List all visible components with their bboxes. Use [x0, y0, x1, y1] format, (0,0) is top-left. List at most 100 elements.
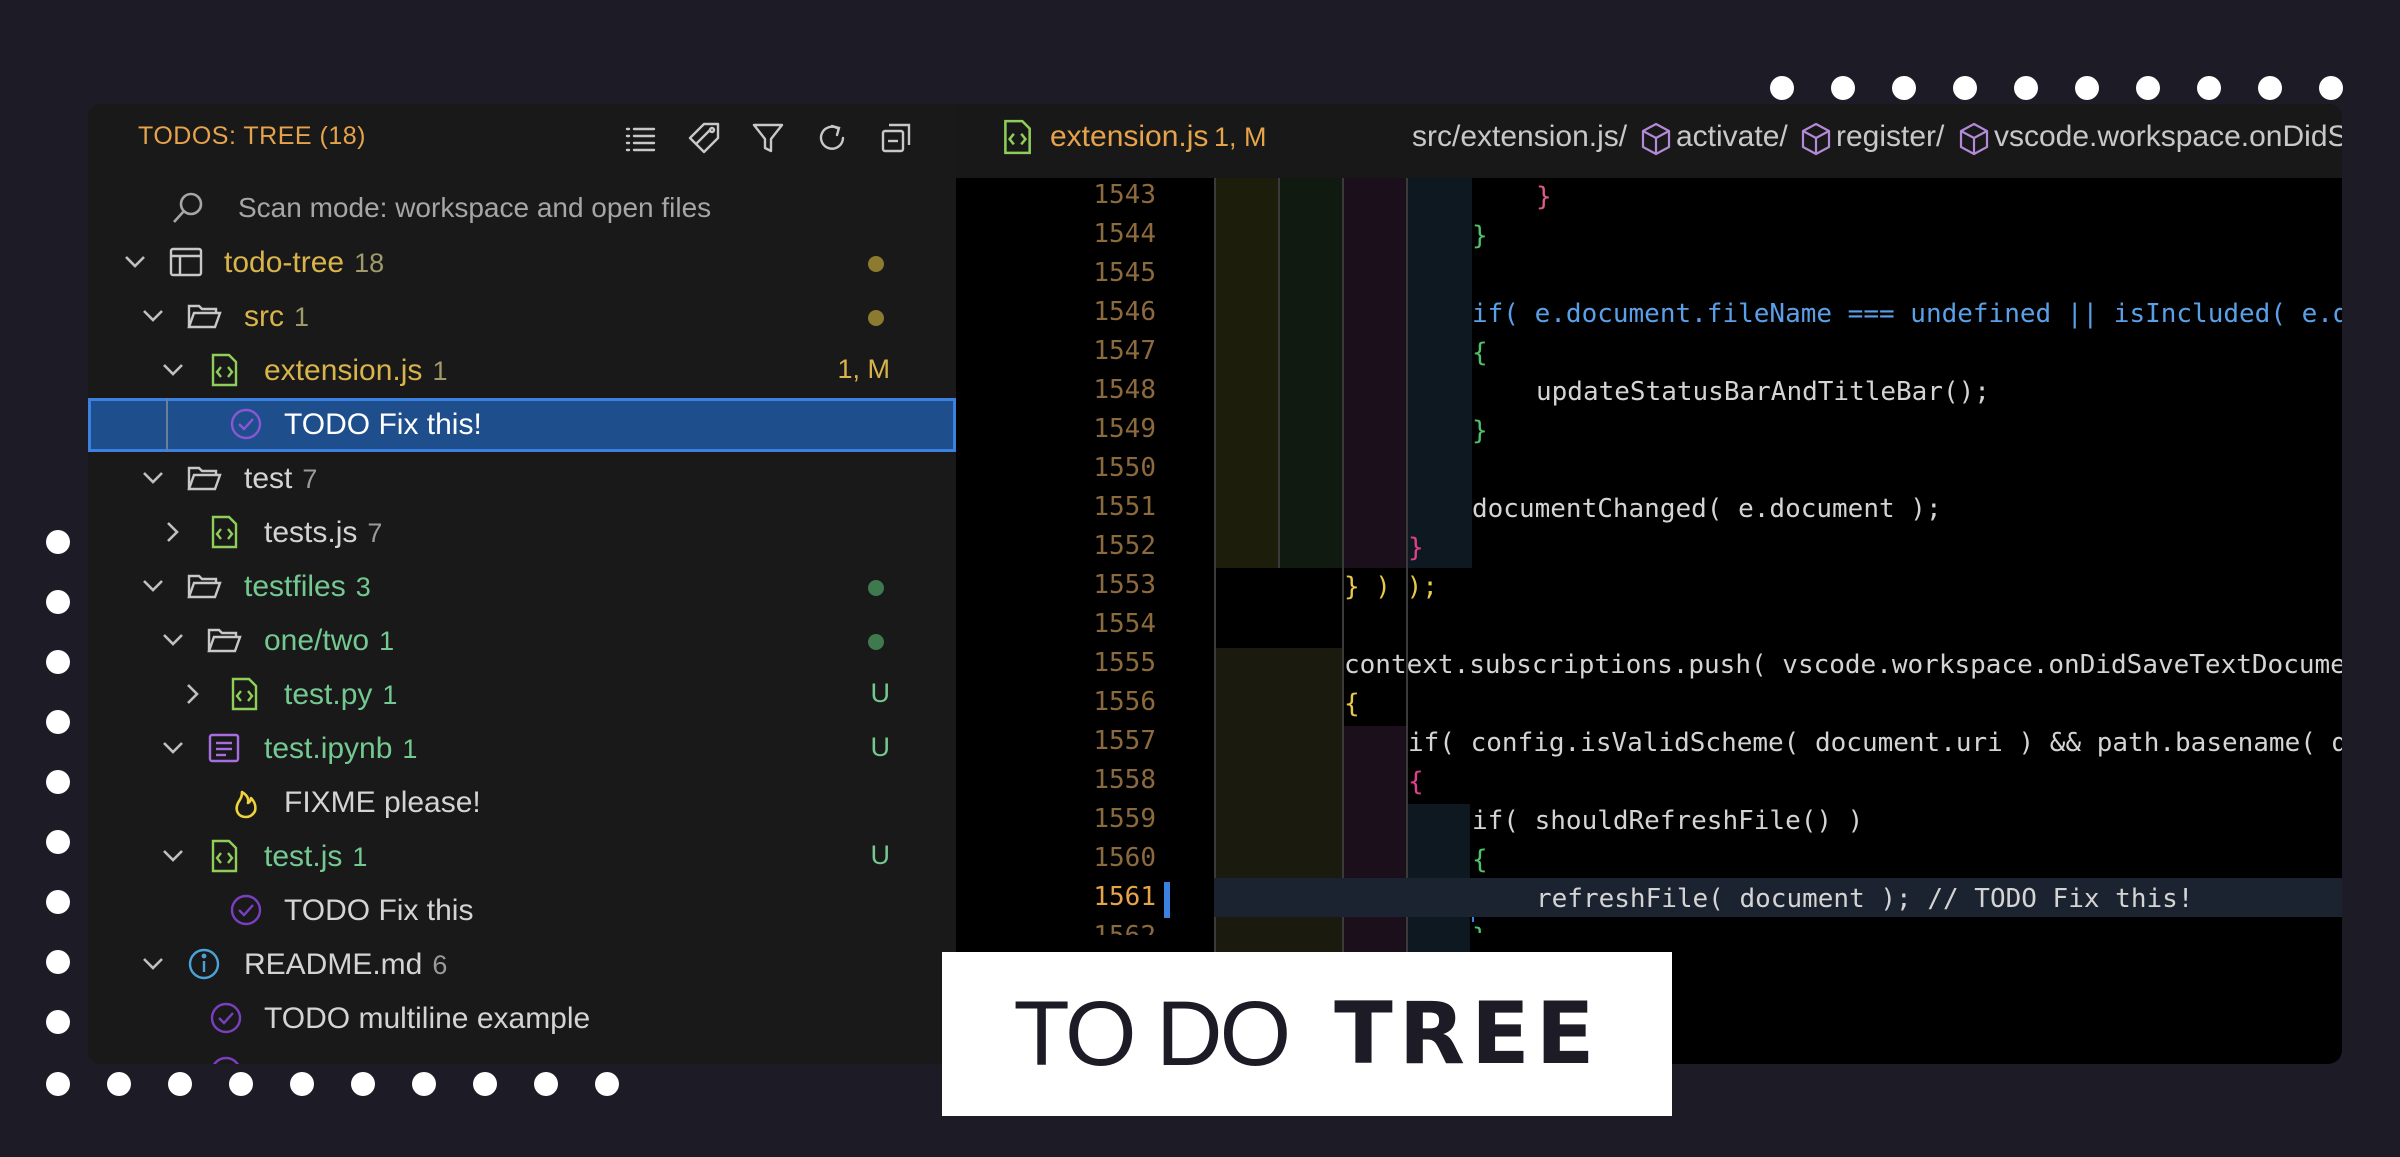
code-line: context.subscriptions.push( vscode.works…	[1344, 650, 2342, 680]
tag-icon[interactable]	[682, 116, 726, 160]
tree-item-tests-js[interactable]: tests.js 7	[88, 506, 956, 560]
tree-item-label: FIXME please!	[284, 786, 481, 819]
tree-item-readme[interactable]: README.md 6	[88, 938, 956, 992]
code-line: }	[1408, 533, 1424, 563]
breadcrumb-path[interactable]: src/extension.js/	[1412, 120, 1627, 154]
collapse-all-icon[interactable]	[874, 116, 918, 160]
scan-mode-row[interactable]: Scan mode: workspace and open files	[88, 182, 956, 236]
chevron-down-icon	[163, 364, 183, 376]
check-circle-icon	[210, 1002, 242, 1034]
tree-item-extension-js[interactable]: extension.js 1 1, M	[88, 344, 956, 398]
chevron-down-icon	[143, 958, 163, 970]
tree-item-label: todo-tree 18	[224, 246, 385, 279]
tree-item-label: extension.js 1	[264, 354, 448, 387]
filter-icon[interactable]	[746, 116, 790, 160]
tree-item-label: TODO Fix this!	[284, 408, 482, 441]
js-file-icon	[1004, 119, 1031, 155]
tree-item-todo-tree[interactable]: todo-tree 18	[88, 236, 956, 290]
scan-mode-text: Scan mode: workspace and open files	[238, 192, 712, 223]
added-dot	[868, 580, 884, 596]
brand-text-todo: TO DO	[1013, 982, 1291, 1085]
todo-tree-logo-banner: TO DO TREE	[942, 952, 1672, 1116]
git-status-badge: U	[870, 840, 891, 870]
cube-icon	[1641, 122, 1671, 156]
decorative-dots-top	[1770, 76, 2350, 104]
code-line: } ) );	[1344, 572, 1438, 602]
code-line: if( shouldRefreshFile() )	[1472, 806, 1864, 836]
info-icon	[188, 948, 220, 980]
breadcrumb-ondidsave[interactable]: vscode.workspace.onDidSaveTe	[1994, 120, 2342, 154]
window-icon	[169, 247, 203, 277]
js-file-icon	[211, 515, 238, 549]
git-status-badge: U	[870, 732, 891, 762]
code-line: {	[1472, 845, 1488, 875]
chevron-down-icon	[143, 472, 163, 484]
tree-item-test-py[interactable]: test.py 1 U	[88, 668, 956, 722]
code-area[interactable]: 1543 1544 1545 1546 1547 1548 1549 1550 …	[956, 178, 2342, 1064]
py-file-icon	[231, 677, 258, 711]
tree-item-label: TODO multiline example	[264, 1002, 591, 1035]
flame-icon	[235, 790, 257, 819]
code-line: }	[956, 919, 2342, 933]
chevron-down-icon	[163, 634, 183, 646]
code-line: {	[1344, 689, 1360, 719]
tree-item-todo-fix-this[interactable]: TODO Fix this	[88, 884, 956, 938]
sidebar-title: TODOS: TREE (18)	[138, 122, 366, 150]
editor-tab-breadcrumb-bar: extension.js 1, M src/extension.js/ acti…	[956, 104, 2342, 178]
chevron-right-icon	[167, 522, 179, 542]
git-status-badge: U	[870, 678, 891, 708]
cube-icon	[1801, 122, 1831, 156]
tree-item-todo-multiline[interactable]: TODO multiline example	[88, 992, 956, 1046]
decorative-dots-bottom	[46, 1072, 626, 1100]
code-line: }	[1472, 416, 1488, 446]
code-line: {	[1408, 767, 1424, 797]
tree-item-one-two[interactable]: one/two 1	[88, 614, 956, 668]
tree-item-testfiles[interactable]: testfiles 3	[88, 560, 956, 614]
check-circle-icon	[230, 408, 262, 440]
tree-item-fixme-please[interactable]: FIXME please!	[88, 776, 956, 830]
tree-item-test-ipynb[interactable]: test.ipynb 1 U	[88, 722, 956, 776]
tree-item-label: testfiles 3	[244, 570, 371, 603]
modified-dot	[868, 310, 884, 326]
check-circle-icon	[213, 1056, 239, 1064]
decorative-dots-left	[46, 530, 74, 1090]
code-line: if( config.isValidScheme( document.uri )…	[1408, 728, 2342, 758]
modified-dot	[868, 256, 884, 272]
tree-item-label: one/two 1	[264, 624, 395, 657]
chevron-down-icon	[143, 580, 163, 592]
indent-guide	[166, 398, 168, 452]
chevron-down-icon	[125, 256, 145, 268]
brand-text-tree: TREE	[1334, 984, 1601, 1084]
code-line-active: refreshFile( document ); // TODO Fix thi…	[1536, 884, 2194, 914]
editor-tab-status: 1, M	[1214, 122, 1267, 152]
folder-open-icon	[187, 574, 222, 599]
editor-tab-filename[interactable]: extension.js	[1050, 120, 1208, 154]
tree-item-todo-fix-this-selected[interactable]: TODO Fix this!	[88, 398, 956, 452]
sidebar-header: TODOS: TREE (18)	[88, 104, 956, 170]
tree-item-label: TODO Fix this	[284, 894, 474, 927]
tree-item-test-js[interactable]: test.js 1 U	[88, 830, 956, 884]
tree-item-label: test.ipynb 1	[264, 732, 418, 765]
code-line: documentChanged( e.document );	[1472, 494, 1942, 524]
check-circle-icon	[230, 894, 262, 926]
tree-item-label: test 7	[244, 462, 318, 495]
folder-open-icon	[187, 304, 222, 329]
tree-item-src[interactable]: src 1	[88, 290, 956, 344]
chevron-down-icon	[163, 850, 183, 862]
tree-item-test[interactable]: test 7	[88, 452, 956, 506]
git-status-badge: 1, M	[837, 354, 890, 384]
js-file-icon	[211, 353, 238, 387]
tree-item-label: tests.js 7	[264, 516, 383, 549]
breadcrumb-activate[interactable]: activate/	[1676, 120, 1788, 154]
js-file-icon	[211, 839, 238, 873]
folder-open-icon	[207, 628, 242, 653]
refresh-icon[interactable]	[810, 116, 854, 160]
code-line: {	[1472, 338, 1488, 368]
code-editor: extension.js 1, M src/extension.js/ acti…	[956, 104, 2342, 1064]
list-icon[interactable]	[618, 116, 662, 160]
tree-item-label: test.py 1	[284, 678, 398, 711]
breadcrumb-register[interactable]: register/	[1836, 120, 1944, 154]
